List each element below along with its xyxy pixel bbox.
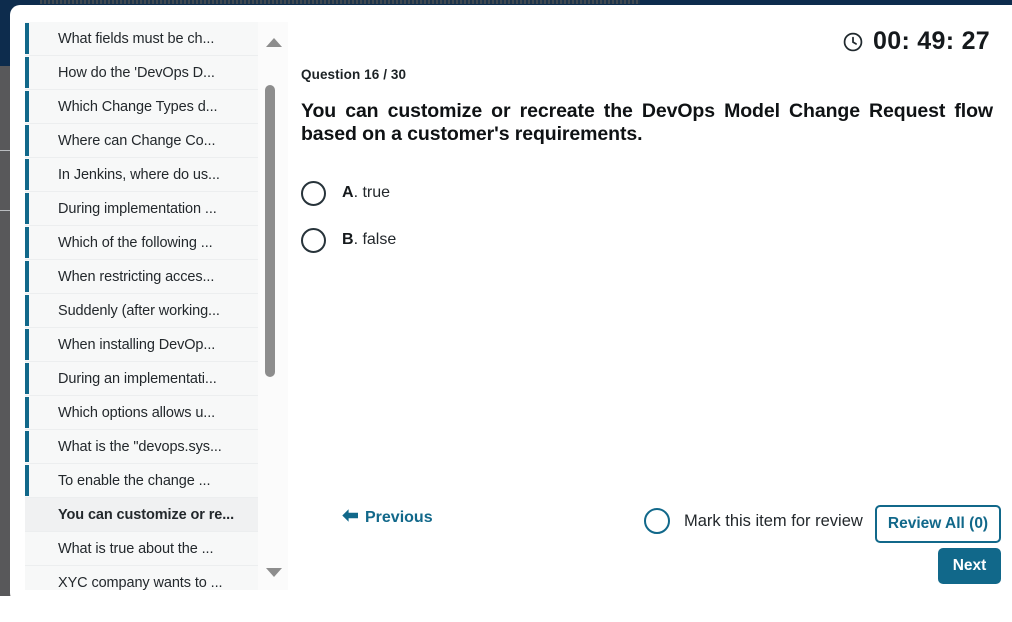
answered-indicator-bar	[25, 397, 29, 428]
question-list-item-label: XYC company wants to ...	[58, 574, 223, 591]
previous-button[interactable]: Previous	[341, 508, 433, 528]
mark-for-review-radio[interactable]	[644, 508, 670, 534]
answer-radio[interactable]	[301, 227, 326, 253]
question-list-item[interactable]: What fields must be ch...	[25, 22, 258, 56]
next-button[interactable]: Next	[938, 548, 1001, 584]
question-list-item[interactable]: What is true about the ...	[25, 532, 258, 566]
answered-indicator-bar	[25, 567, 29, 590]
question-list: What fields must be ch... How do the 'Dev…	[25, 22, 258, 590]
question-navigator: What fields must be ch... How do the 'Dev…	[25, 22, 288, 590]
question-list-item[interactable]: To enable the change ...	[25, 464, 258, 498]
question-list-item-label: In Jenkins, where do us...	[58, 166, 220, 183]
question-list-item-label: When installing DevOp...	[58, 336, 216, 353]
question-list-item[interactable]: Suddenly (after working...	[25, 294, 258, 328]
timer-value: 00: 49: 27	[873, 27, 990, 55]
answered-indicator-bar	[25, 57, 29, 88]
question-list-item-label: You can customize or re...	[58, 506, 235, 523]
mark-for-review-toggle[interactable]: Mark this item for review	[644, 508, 863, 534]
question-list-item[interactable]: You can customize or re...	[25, 498, 258, 532]
question-list-item-label: Which Change Types d...	[58, 98, 218, 115]
answer-letter: A	[342, 184, 354, 202]
answered-indicator-bar	[25, 329, 29, 360]
answer-label: B. false	[342, 231, 396, 249]
question-list-item[interactable]: Which of the following ...	[25, 226, 258, 260]
question-list-item-label: During an implementati...	[58, 370, 217, 387]
answer-option[interactable]: B. false	[301, 217, 993, 264]
question-list-item[interactable]: When restricting acces...	[25, 260, 258, 294]
question-list-item[interactable]: Which Change Types d...	[25, 90, 258, 124]
question-text: You can customize or recreate the DevOps…	[301, 100, 993, 145]
answered-indicator-bar	[25, 23, 29, 54]
answered-indicator-bar	[25, 295, 29, 326]
app-top-bar-texture	[40, 0, 640, 4]
question-list-item-label: What is true about the ...	[58, 540, 214, 557]
question-list-item-label: When restricting acces...	[58, 268, 215, 285]
question-panel: Question 16 / 30 You can customize or re…	[301, 67, 993, 264]
arrow-left-icon	[341, 508, 359, 528]
question-list-item[interactable]: During an implementati...	[25, 362, 258, 396]
question-list-item-label: What fields must be ch...	[58, 30, 215, 47]
answer-options: A. true B. false	[301, 170, 993, 264]
question-list-item-label: Which options allows u...	[58, 404, 216, 421]
answered-indicator-bar	[25, 125, 29, 156]
previous-label: Previous	[365, 509, 433, 526]
question-list-item[interactable]: Where can Change Co...	[25, 124, 258, 158]
answered-indicator-bar	[25, 363, 29, 394]
review-all-button[interactable]: Review All (0)	[875, 505, 1001, 543]
question-list-item[interactable]: Which options allows u...	[25, 396, 258, 430]
scroll-up-arrow[interactable]	[266, 38, 282, 47]
answered-indicator-bar	[25, 159, 29, 190]
answer-label: A. true	[342, 184, 390, 202]
scrollbar-thumb[interactable]	[265, 85, 275, 377]
question-counter: Question 16 / 30	[301, 67, 407, 82]
question-list-item-label: How do the 'DevOps D...	[58, 64, 215, 81]
answered-indicator-bar	[25, 465, 29, 496]
answer-radio[interactable]	[301, 180, 326, 206]
question-list-item[interactable]: When installing DevOp...	[25, 328, 258, 362]
answer-option[interactable]: A. true	[301, 170, 993, 217]
clock-icon	[842, 31, 864, 53]
answered-indicator-bar	[25, 499, 29, 530]
question-list-item-label: During implementation ...	[58, 200, 217, 217]
question-list-item-label: To enable the change ...	[58, 472, 211, 489]
question-list-item[interactable]: During implementation ...	[25, 192, 258, 226]
quiz-card: 00: 49: 27 What fields must be ch... How …	[10, 5, 1012, 603]
quiz-screen: 00: 49: 27 What fields must be ch... How …	[0, 0, 1012, 622]
answered-indicator-bar	[25, 533, 29, 564]
answer-value: . false	[353, 231, 397, 249]
answer-value: . true	[353, 184, 391, 202]
question-list-item[interactable]: In Jenkins, where do us...	[25, 158, 258, 192]
question-list-item-label: Where can Change Co...	[58, 132, 216, 149]
question-list-scrollbar[interactable]	[258, 22, 288, 590]
exam-timer: 00: 49: 27	[842, 27, 990, 56]
question-list-item-label: Suddenly (after working...	[58, 302, 220, 319]
question-list-item-label: What is the "devops.sys...	[58, 438, 222, 455]
answer-letter: B	[342, 231, 354, 249]
answered-indicator-bar	[25, 193, 29, 224]
question-list-item[interactable]: How do the 'DevOps D...	[25, 56, 258, 90]
answered-indicator-bar	[25, 261, 29, 292]
question-list-item[interactable]: XYC company wants to ...	[25, 566, 258, 590]
answered-indicator-bar	[25, 431, 29, 462]
mark-for-review-label: Mark this item for review	[684, 511, 863, 530]
question-list-item[interactable]: What is the "devops.sys...	[25, 430, 258, 464]
scroll-down-arrow[interactable]	[266, 568, 282, 577]
answered-indicator-bar	[25, 227, 29, 258]
answered-indicator-bar	[25, 91, 29, 122]
question-list-item-label: Which of the following ...	[58, 234, 213, 251]
